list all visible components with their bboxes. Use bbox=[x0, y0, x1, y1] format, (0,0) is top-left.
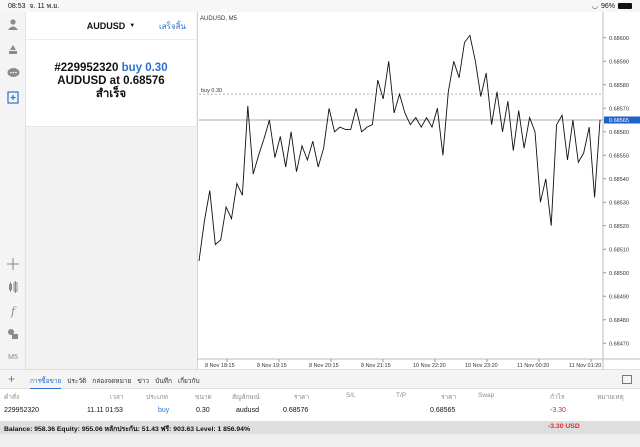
left-toolbar: f M5 bbox=[0, 12, 26, 369]
caret-down-icon[interactable]: ▼ bbox=[129, 23, 135, 29]
left-empty-area bbox=[26, 127, 196, 369]
tab-0[interactable]: การซื้อขาย bbox=[30, 376, 62, 389]
price-tick-label: 0.68590 bbox=[609, 59, 629, 65]
chart-title: AUDUSD, M5 bbox=[200, 16, 238, 22]
terminal-tabs: การซื้อขาย ประวัติ กล่องจดหมาย ข่าว บันทึก เก… bbox=[30, 376, 200, 389]
objects-icon[interactable] bbox=[4, 325, 22, 343]
tab-5[interactable]: เกี่ยวกับ bbox=[178, 376, 200, 389]
row-symbol: audusd bbox=[236, 407, 259, 414]
price-tick-label: 0.68520 bbox=[609, 224, 629, 230]
balance-bar: Balance: 958.36 Equity: 955.06 หลักประกั… bbox=[0, 421, 640, 434]
trade-icon[interactable] bbox=[4, 40, 22, 58]
symbol-selector[interactable]: AUDUSD bbox=[87, 21, 126, 31]
new-order-icon[interactable] bbox=[4, 88, 22, 106]
row-order: 229952320 bbox=[4, 407, 40, 414]
battery-percent: 96% bbox=[600, 2, 615, 10]
order-price: 0.68576 bbox=[123, 75, 165, 87]
price-tick-label: 0.68490 bbox=[609, 294, 629, 300]
row-current-price: 0.68565 bbox=[430, 407, 456, 414]
price-chart[interactable]: AUDUSD, M5 0.68600 0.68590 0.68580 0.68570 0… bbox=[197, 12, 640, 369]
col-type: ประเภท bbox=[146, 394, 168, 401]
order-status: สำเร็จ bbox=[95, 88, 127, 100]
col-time: เวลา bbox=[110, 394, 124, 401]
chat-icon[interactable] bbox=[4, 64, 22, 82]
function-icon[interactable]: f bbox=[4, 302, 22, 320]
col-size: ขนาด bbox=[195, 394, 212, 401]
col-current-price: ราคา bbox=[441, 394, 457, 401]
terminal-tabbar: + การซื้อขาย ประวัติ กล่องจดหมาย ข่าว บันทึก… bbox=[0, 369, 640, 389]
timeframe-button[interactable]: M5 bbox=[4, 348, 22, 366]
price-tick-label: 0.68510 bbox=[609, 247, 629, 253]
row-size: 0.30 bbox=[196, 407, 210, 414]
price-tick-label: 0.68550 bbox=[609, 153, 629, 159]
resize-panel-icon[interactable] bbox=[622, 375, 632, 384]
row-time: 11.11 01:53 bbox=[87, 407, 123, 414]
crosshair-icon[interactable] bbox=[4, 255, 22, 273]
order-action: buy 0.30 bbox=[121, 62, 168, 74]
tab-3[interactable]: ข่าว bbox=[137, 376, 149, 389]
tab-1[interactable]: ประวัติ bbox=[67, 376, 86, 389]
price-tick-label: 0.68470 bbox=[609, 341, 629, 347]
bottom-area bbox=[0, 434, 640, 447]
trade-table-header: คำสั่ง เวลา ประเภท ขนาด สัญลักษณ์ ราคา S… bbox=[0, 389, 640, 403]
indicators-icon[interactable] bbox=[4, 278, 22, 296]
add-icon[interactable]: + bbox=[8, 373, 15, 385]
col-comment: หมายเหตุ bbox=[597, 394, 624, 401]
battery-icon bbox=[618, 3, 632, 9]
current-price-tag-label: 0.68565 bbox=[609, 118, 629, 124]
done-button[interactable]: เสร็จสิ้น bbox=[159, 20, 186, 33]
status-right: ◡ 96% bbox=[592, 2, 632, 10]
status-date: จ. 11 พ.ย. bbox=[29, 2, 60, 10]
row-type: buy bbox=[158, 407, 170, 414]
tab-2[interactable]: กล่องจดหมาย bbox=[92, 376, 131, 389]
col-swap: Swap bbox=[478, 392, 495, 399]
status-bar: 08:53 จ. 11 พ.ย. ◡ 96% bbox=[0, 0, 640, 12]
price-tick-label: 0.68540 bbox=[609, 177, 629, 183]
tab-4[interactable]: บันทึก bbox=[155, 376, 172, 389]
order-result-panel: AUDUSD ▼ เสร็จสิ้น #229952320 buy 0.30 A… bbox=[26, 12, 196, 127]
price-tick-label: 0.68600 bbox=[609, 36, 629, 42]
chart-svg[interactable]: AUDUSD, M5 0.68600 0.68590 0.68580 0.68570 0… bbox=[197, 12, 640, 369]
total-profit: -3.30 USD bbox=[548, 423, 580, 430]
price-tick-label: 0.68580 bbox=[609, 83, 629, 89]
col-tp: T/P bbox=[396, 392, 407, 399]
col-symbol: สัญลักษณ์ bbox=[232, 394, 260, 401]
price-tick-label: 0.68480 bbox=[609, 318, 629, 324]
price-tick-label: 0.68560 bbox=[609, 130, 629, 136]
balance-text: Balance: 958.36 Equity: 955.06 หลักประกั… bbox=[4, 426, 251, 433]
order-info: #229952320 buy 0.30 AUDUSD at 0.68576 สำ… bbox=[26, 40, 196, 101]
price-tick-label: 0.68570 bbox=[609, 106, 629, 112]
panel-header: AUDUSD ▼ เสร็จสิ้น bbox=[26, 12, 196, 40]
wifi-icon: ◡ bbox=[591, 3, 598, 10]
col-price: ราคา bbox=[294, 394, 310, 401]
price-tick-label: 0.68500 bbox=[609, 271, 629, 277]
price-tick-label: 0.68530 bbox=[609, 200, 629, 206]
row-profit: -3.30 bbox=[550, 407, 566, 414]
price-series-line bbox=[198, 34, 601, 262]
row-open-price: 0.68576 bbox=[283, 407, 309, 414]
table-row[interactable]: 229952320 11.11 01:53 buy 0.30 audusd 0.… bbox=[0, 403, 640, 419]
status-time: 08:53 bbox=[8, 2, 26, 10]
order-id: #229952320 bbox=[54, 62, 119, 74]
col-profit: กำไร bbox=[550, 394, 565, 401]
account-icon[interactable] bbox=[4, 15, 22, 33]
buy-level-label: buy 0.30 bbox=[201, 88, 222, 94]
battery-fill bbox=[619, 4, 631, 8]
order-symbol-at: AUDUSD at bbox=[57, 75, 120, 87]
col-order: คำสั่ง bbox=[4, 394, 20, 401]
col-sl: S/L bbox=[346, 392, 356, 399]
